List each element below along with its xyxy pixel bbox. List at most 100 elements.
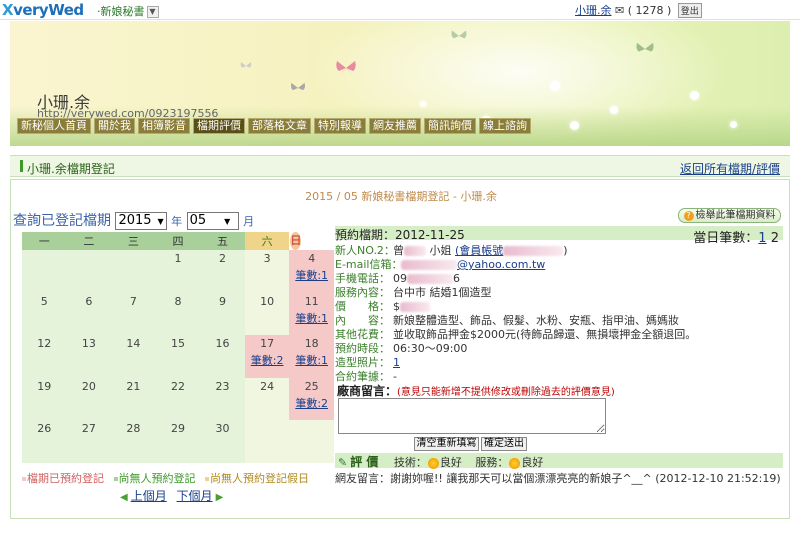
month-pager: ◀ 上個月 下個月 ▶ (120, 487, 223, 504)
comment-note: (意見只能新增不提供修改或刪除過去的評價意見) (397, 387, 615, 398)
booking-count-link[interactable]: 筆數:1 (289, 267, 334, 283)
chevron-down-icon: ▼ (224, 217, 231, 226)
weekday-4: 四 (155, 232, 201, 250)
prev-month-link[interactable]: 上個月 (131, 489, 167, 503)
nav-home[interactable]: 新秘個人首頁 (17, 118, 91, 134)
brand-dropdown[interactable]: ·新娘秘書 ▼ (97, 3, 159, 19)
nav-sms-inquiry[interactable]: 簡訊詢價 (424, 118, 476, 134)
booking-count-link[interactable]: 筆數:1 (289, 310, 334, 326)
year-select[interactable]: 2015 ▼ (115, 212, 167, 230)
service-eval-label: 服務： (475, 456, 509, 469)
legend-free-holiday: 尚無人預約登記假日 (210, 472, 309, 485)
calendar-day: 3 (244, 250, 290, 293)
calendar-day: 29 (155, 420, 201, 463)
calendar-day: 20 (66, 377, 112, 420)
redacted-mark (401, 260, 457, 270)
calendar-empty-cell (289, 420, 334, 463)
nav-online-consult[interactable]: 線上諮詢 (479, 118, 531, 134)
nav-schedule[interactable]: 檔期評價 (193, 118, 245, 134)
calendar-day: 19 (22, 377, 67, 420)
flower-decoration (690, 91, 699, 100)
weekday-5: 五 (200, 232, 245, 250)
submit-button[interactable]: 確定送出 (481, 437, 527, 451)
booking-count-link[interactable]: 筆數:2 (289, 395, 334, 411)
calendar-day: 11 筆數:1 (289, 292, 334, 335)
day-number: 30 (215, 422, 230, 435)
next-arrow-icon[interactable]: ▶ (216, 492, 224, 503)
calendar-day: 18 筆數:1 (289, 335, 334, 378)
calendar-day: 21 (111, 377, 156, 420)
nav-blog[interactable]: 部落格文章 (248, 118, 311, 134)
calendar-day: 13 (66, 335, 112, 378)
query-label: 查詢已登記檔期 (13, 213, 111, 229)
vendor-comment-label: 廠商留言：(意見只能新增不提供修改或刪除過去的評價意見) (337, 384, 615, 398)
section-header: 小珊.余檔期登記 返回所有檔期/評價 (10, 155, 790, 177)
user-name-link[interactable]: 小珊.余 (575, 4, 612, 17)
day-number: 4 (308, 252, 316, 265)
day-number: 11 (304, 294, 319, 308)
field-content: 內 容： 新娘整體造型、飾品、假髮、水粉、安瓶、指甲油、媽媽妝 (335, 314, 679, 327)
calendar-empty-cell (244, 420, 290, 463)
calendar-legend: 檔期已預約登記 尚無人預約登記 尚無人預約登記假日 (22, 470, 309, 486)
chevron-down-icon[interactable]: ▼ (146, 6, 159, 18)
section-title: 小珊.余檔期登記 (27, 162, 115, 176)
nav-album[interactable]: 相簿影音 (138, 118, 190, 134)
mail-icon[interactable]: ✉ (615, 4, 624, 17)
day-number: 12 (37, 337, 52, 350)
booking-date: 預約檔期：2012-11-25 (335, 228, 465, 242)
day-number: 8 (174, 294, 182, 308)
calendar-day: 4 筆數:1 (289, 250, 334, 293)
email-link[interactable]: @yahoo.com.tw (457, 258, 545, 271)
day-number: 3 (263, 252, 271, 265)
calendar-day: 8 (155, 292, 201, 335)
month-suffix: 月 (243, 215, 255, 228)
calendar-day: 12 (22, 335, 67, 378)
field-price: 價 格： $ (335, 298, 430, 313)
prev-arrow-icon[interactable]: ◀ (120, 492, 128, 503)
nav-reports[interactable]: 特別報導 (314, 118, 366, 134)
day-number: 23 (215, 379, 230, 393)
legend-free-swatch (113, 477, 118, 481)
flower-decoration (610, 106, 618, 114)
day-number: 17 (260, 337, 275, 350)
calendar-day: 27 (66, 420, 112, 463)
flower-decoration (550, 81, 560, 91)
calendar-day: 10 (244, 292, 290, 335)
day-number: 25 (304, 379, 319, 393)
booking-count-link[interactable]: 筆數:1 (289, 352, 334, 368)
next-month-link[interactable]: 下個月 (177, 489, 213, 503)
booking-count-link[interactable]: 筆數:2 (245, 352, 290, 368)
report-booking-button[interactable]: ? 檢舉此筆檔期資料 (678, 208, 781, 223)
weekday-1: 一 (22, 232, 67, 250)
month-select[interactable]: 05 ▼ (186, 212, 239, 230)
redacted-mark (400, 302, 430, 312)
calendar-body: 1 2 3 4 筆數:1 5 6 7 8 9 10 11 筆數:1 12 13 14 15 16 17 筆數:2 18 筆… (22, 250, 334, 463)
day-count-current: 2 (770, 231, 779, 246)
booking-count-prefix: 筆數: (250, 354, 277, 367)
butterfly-icon (451, 30, 467, 39)
verywed-logo[interactable]: XveryWed (2, 1, 84, 19)
weekday-3: 三 (111, 232, 156, 250)
calendar-title: 2015 / 05 新娘秘書檔期登記 - 小珊.余 (305, 190, 497, 203)
day-number: 26 (37, 422, 52, 435)
calendar-day: 7 (111, 292, 156, 335)
weekday-6: 六 (244, 232, 290, 250)
calendar-day: 15 (155, 335, 201, 378)
vendor-comment-input[interactable] (338, 398, 606, 434)
field-service: 服務內容： 台中市 結婚1個造型 (335, 286, 492, 299)
nav-recommend[interactable]: 網友推薦 (369, 118, 421, 134)
calendar-day: 25 筆數:2 (289, 377, 334, 420)
weekday-2: 二 (66, 232, 112, 250)
clear-button[interactable]: 清空重新填寫 (414, 437, 479, 451)
user-review: 網友留言：謝謝妳喔!! 讓我那天可以當個漂漂亮亮的新娘子^__^ (2012-1… (335, 472, 781, 485)
calendar-week: 1 2 3 4 筆數:1 (22, 250, 334, 293)
day-number: 14 (126, 337, 141, 350)
butterfly-icon (636, 42, 654, 52)
booking-count-value: 1 (321, 311, 329, 325)
day-count-link-1[interactable]: 1 (758, 231, 766, 246)
logout-button[interactable]: 登出 (677, 3, 702, 18)
nav-about[interactable]: 關於我 (94, 118, 135, 134)
top-bar: XveryWed ·新娘秘書 ▼ 小珊.余 ✉ ( 1278 ) 登出 (0, 0, 800, 20)
butterfly-icon (240, 62, 252, 68)
back-to-all-link[interactable]: 返回所有檔期/評價 (680, 160, 780, 177)
